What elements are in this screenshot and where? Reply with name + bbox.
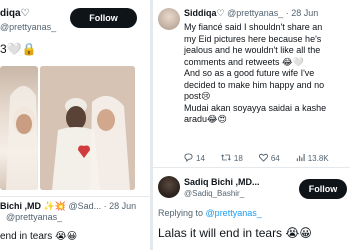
tweet-line: my Eid pictures here because he's [184,33,322,44]
tweet-line: My fiancé said I shouldn't share an [184,22,323,32]
reply-button[interactable]: 14 [184,152,205,164]
tweet-line: jealous and he wouldn't like all the [184,45,321,55]
chart-icon [296,153,305,164]
reply-follow-button[interactable]: Follow [299,179,347,199]
tweet-text: My fiancé said I shouldn't share an my E… [184,22,350,126]
reply-tweet[interactable]: Sadiq Bichi ,MD... @Sadiq_Bashir_ Follow… [153,167,350,250]
reply-author-avatar[interactable] [158,176,180,198]
reply-text: Lalas it will end in tears 😭😀 [158,226,312,240]
tweet-line: And so as a good future wife I've [184,68,315,78]
left-reply-tweet[interactable]: Bichi ,MD ✨💥 @Sad... · 28 Jun @prettyana… [0,196,150,250]
tweet-action-bar: 14 18 64 13.8K [184,152,350,164]
wedding-photo-1[interactable] [0,66,38,190]
left-author-name[interactable]: diqa♡ [0,8,30,19]
comment-icon [184,152,193,164]
left-reply-author-name: Bichi ,MD [0,201,42,211]
right-tweet-panel: Siddiqa♡ @prettyanas_ · 28 Jun My fiancé… [153,0,350,250]
retweet-button[interactable]: 18 [221,152,243,164]
wedding-photo-2[interactable] [40,66,135,190]
retweet-icon [221,153,231,164]
replying-to-label: Replying to [158,208,204,218]
left-author-handle[interactable]: @prettyanas_ [0,22,56,32]
reply-author-handle[interactable]: @Sadiq_Bashir_ [184,189,244,198]
replying-to-mention[interactable]: @prettyanas_ [206,208,262,218]
left-reply-text: end in tears 😭😀 [0,231,78,242]
reply-count: 14 [196,153,205,163]
left-tweet-panel: diqa♡ @prettyanas_ Follow 3🤍🔒 Bichi ,MD … [0,0,150,250]
view-count: 13.8K [307,153,329,163]
left-reply-meta: ✨💥 @Sad... · 28 Jun [43,201,137,211]
tweet-author-handle-date: @prettyanas_ · 28 Jun [227,8,319,18]
reply-author-name[interactable]: Sadiq Bichi ,MD... [184,177,260,187]
left-tweet-text: 3🤍🔒 [0,42,37,56]
heart-icon [258,153,268,164]
tweet-author[interactable]: Siddiqa♡ @prettyanas_ · 28 Jun [184,8,318,19]
author-avatar[interactable] [158,8,180,30]
views-button[interactable]: 13.8K [296,152,329,164]
left-reply-mention[interactable]: @prettyanas_ [6,212,62,222]
tweet-line: post😢 [184,91,211,101]
tweet-line: decided to make him happy and no [184,79,325,90]
left-follow-button[interactable]: Follow [70,8,137,28]
tweet-line: Mudai akan soyayya saidai a kashe [184,102,327,113]
replying-to: Replying to @prettyanas_ [158,208,262,218]
like-count: 64 [270,153,280,163]
tweet-line: aradu😂😍 [184,114,227,124]
like-button[interactable]: 64 [258,152,280,164]
retweet-count: 18 [233,153,243,163]
tweet-line: comments and retweets 😂🤍 [184,56,304,67]
left-reply-author[interactable]: Bichi ,MD ✨💥 @Sad... · 28 Jun [0,201,136,212]
tweet-author-name: Siddiqa♡ [184,8,225,18]
